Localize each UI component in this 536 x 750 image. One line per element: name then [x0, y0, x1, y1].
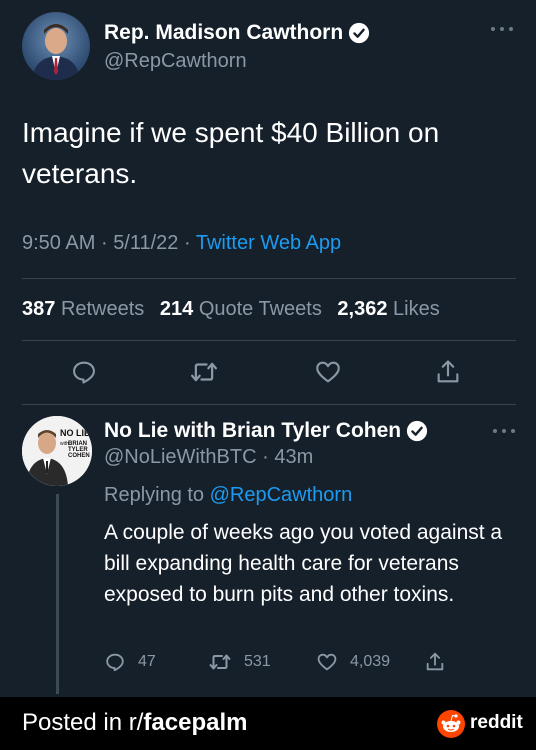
reply-avatar-image: NO LIE with BRIAN TYLER COHEN [22, 416, 92, 486]
tweet-date[interactable]: 5/11/22 [113, 232, 178, 254]
quote-label: Quote Tweets [198, 298, 322, 320]
reddit-footer: Posted in r/facepalm reddit [0, 697, 536, 750]
reply-display-name[interactable]: No Lie with Brian Tyler Cohen [104, 419, 401, 443]
handle-separator: · [262, 446, 269, 468]
likes-label: Likes [393, 298, 440, 320]
tweet-source-app[interactable]: Twitter Web App [196, 232, 341, 254]
reply-button[interactable] [68, 356, 100, 388]
replying-mention[interactable]: @RepCawthorn [210, 484, 353, 506]
replying-prefix: Replying to [104, 484, 205, 506]
reply-like-button[interactable]: 4,039 [316, 648, 390, 676]
likes-stat[interactable]: 2,362 Likes [337, 298, 439, 320]
reply-handle-row: @NoLieWithBTC · 43m [104, 446, 313, 469]
retweet-button[interactable] [188, 356, 220, 388]
like-button[interactable] [312, 356, 344, 388]
avatar[interactable] [22, 12, 90, 80]
logo-cohen: COHEN [68, 453, 90, 459]
replying-to: Replying to @RepCawthorn [104, 484, 352, 507]
reply-icon [106, 653, 124, 672]
more-options-icon[interactable] [492, 428, 516, 434]
reply-share-button[interactable] [424, 648, 458, 676]
avatar-portrait-icon [32, 24, 80, 80]
reply-time[interactable]: 43m [274, 446, 313, 468]
reply-count: 47 [138, 653, 156, 670]
share-icon [426, 652, 444, 671]
reply-handle[interactable]: @NoLieWithBTC [104, 446, 257, 468]
share-button[interactable] [432, 356, 464, 388]
main-tweet-header: Rep. Madison Cawthorn @RepCawthorn [22, 12, 516, 84]
reply-avatar[interactable]: NO LIE with BRIAN TYLER COHEN [22, 416, 92, 486]
share-icon [437, 360, 459, 383]
tweet-text: Imagine if we spent $40 Billion on veter… [22, 117, 440, 189]
verified-badge-icon [349, 22, 370, 44]
quote-tweets-stat[interactable]: 214 Quote Tweets [160, 298, 322, 320]
meta-separator: · [100, 232, 108, 254]
divider [22, 340, 516, 341]
like-icon [316, 361, 340, 383]
retweets-stat[interactable]: 387 Retweets [22, 298, 144, 320]
posted-in-label: Posted in r/facepalm [22, 709, 247, 737]
reply-text: A couple of weeks ago you voted against … [104, 521, 503, 606]
retweets-label: Retweets [60, 298, 145, 320]
reply-reply-button[interactable]: 47 [104, 648, 156, 676]
reply-actions: 47 531 4,039 [104, 648, 524, 676]
thread-line [56, 494, 59, 694]
posted-prefix: Posted in r/ [22, 709, 144, 736]
likes-count: 2,362 [337, 298, 388, 320]
like-icon [317, 653, 337, 671]
display-name[interactable]: Rep. Madison Cawthorn [104, 21, 343, 45]
retweet-count: 531 [244, 653, 271, 670]
handle[interactable]: @RepCawthorn [104, 50, 247, 73]
more-options-icon[interactable] [490, 26, 514, 32]
tweet-meta: 9:50 AM · 5/11/22 · Twitter Web App [22, 232, 341, 255]
reply-icon [73, 361, 95, 384]
subreddit-name[interactable]: facepalm [143, 709, 247, 736]
verified-badge-icon [407, 420, 428, 442]
retweets-count: 387 [22, 298, 56, 320]
quote-count: 214 [159, 298, 194, 320]
engagement-stats: 387 Retweets 214 Quote Tweets 2,362 Like… [22, 298, 440, 321]
reply-name-row: No Lie with Brian Tyler Cohen [104, 418, 428, 444]
retweet-icon [191, 362, 217, 382]
divider [22, 404, 516, 405]
logo-no-lie: NO LIE [60, 428, 90, 438]
meta-separator: · [184, 232, 191, 254]
retweet-icon [209, 654, 231, 670]
main-name-row: Rep. Madison Cawthorn [104, 20, 370, 46]
reddit-wordmark: reddit [470, 712, 523, 733]
divider [22, 278, 516, 279]
screenshot-frame: Rep. Madison Cawthorn @RepCawthorn Imagi… [0, 0, 536, 750]
like-count: 4,039 [350, 653, 391, 670]
reddit-logo-icon [437, 710, 465, 738]
main-tweet-actions [22, 356, 516, 392]
tweet-time[interactable]: 9:50 AM [22, 232, 95, 254]
reply-retweet-button[interactable]: 531 [208, 648, 271, 676]
